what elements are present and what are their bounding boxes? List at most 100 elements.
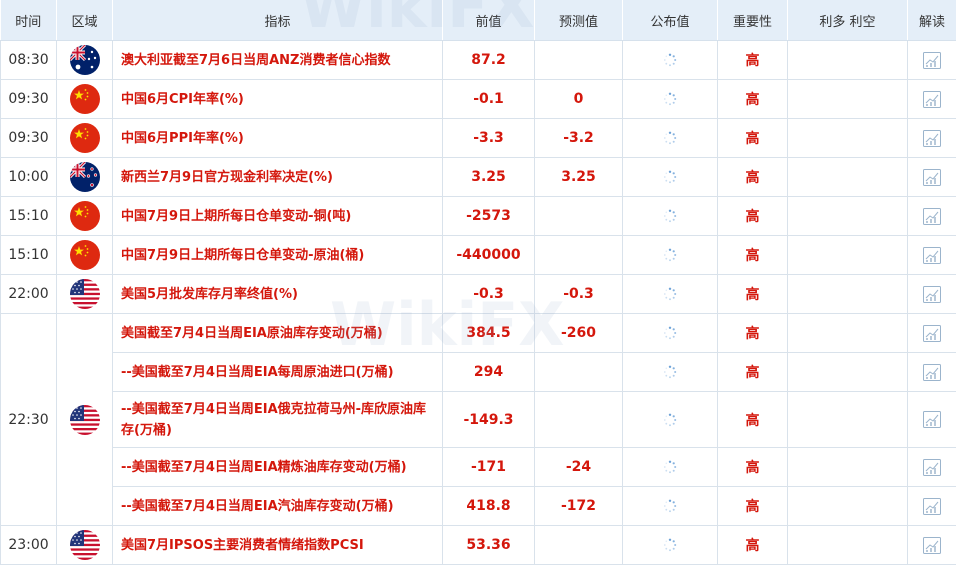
importance-level: 高 — [717, 157, 788, 197]
chart-analysis-icon[interactable] — [922, 363, 942, 382]
new-zealand-flag-icon — [69, 162, 100, 192]
indicator-link[interactable]: 美国5月批发库存月率终值(%) — [112, 274, 443, 314]
analysis-cell[interactable] — [907, 40, 956, 80]
region-cell — [56, 196, 113, 236]
impact-cell — [787, 352, 908, 392]
chart-analysis-icon[interactable] — [922, 246, 942, 265]
forecast-value — [534, 40, 623, 80]
indicator-link[interactable]: 美国7月IPSOS主要消费者情绪指数PCSI — [112, 525, 443, 565]
chart-analysis-icon[interactable] — [922, 410, 942, 429]
analysis-cell[interactable] — [907, 79, 956, 119]
chart-analysis-icon[interactable] — [922, 458, 942, 477]
impact-cell — [787, 157, 908, 197]
importance-level: 高 — [717, 525, 788, 565]
actual-value-cell — [622, 79, 718, 119]
actual-value-cell — [622, 313, 718, 353]
chart-analysis-icon[interactable] — [922, 51, 942, 70]
impact-cell — [787, 40, 908, 80]
table-row: --美国截至7月4日当周EIA精炼油库存变动(万桶) -171 -24 高 — [1, 447, 956, 487]
chart-analysis-icon[interactable] — [922, 497, 942, 516]
forecast-value: -172 — [534, 486, 623, 526]
time-cell: 22:30 — [0, 313, 57, 526]
actual-value-cell — [622, 235, 718, 275]
previous-value: 87.2 — [442, 40, 535, 80]
actual-value-cell — [622, 391, 718, 448]
table-row: 09:30 中国6月CPI年率(%) -0.1 0 高 — [0, 79, 956, 119]
indicator-link[interactable]: 新西兰7月9日官方现金利率决定(%) — [112, 157, 443, 197]
forecast-value: -24 — [534, 447, 623, 487]
header-importance: 重要性 — [717, 0, 788, 41]
time-cell: 15:10 — [0, 196, 57, 236]
header-time: 时间 — [0, 0, 57, 41]
region-cell — [56, 525, 113, 565]
forecast-value — [534, 352, 623, 392]
table-row: 09:30 中国6月PPI年率(%) -3.3 -3.2 高 — [0, 118, 956, 158]
china-flag-icon — [69, 201, 100, 231]
importance-level: 高 — [717, 313, 788, 353]
calendar-page: 时间 区域 指标 前值 预测值 公布值 重要性 利多 利空 解读 08:30 澳大… — [0, 0, 956, 567]
forecast-value: 0 — [534, 79, 623, 119]
importance-level: 高 — [717, 196, 788, 236]
indicator-link[interactable]: 美国截至7月4日当周EIA原油库存变动(万桶) — [112, 313, 443, 353]
loading-spinner-icon — [663, 131, 677, 145]
analysis-cell[interactable] — [907, 391, 956, 448]
previous-value: -0.1 — [442, 79, 535, 119]
time-cell: 08:30 — [0, 40, 57, 80]
usa-flag-icon — [69, 404, 100, 435]
loading-spinner-icon — [663, 499, 677, 513]
chart-analysis-icon[interactable] — [922, 285, 942, 304]
chart-analysis-icon[interactable] — [922, 207, 942, 226]
analysis-cell[interactable] — [907, 118, 956, 158]
impact-cell — [787, 313, 908, 353]
actual-value-cell — [622, 352, 718, 392]
previous-value: -440000 — [442, 235, 535, 275]
analysis-cell[interactable] — [907, 235, 956, 275]
chart-analysis-icon[interactable] — [922, 129, 942, 148]
previous-value: 3.25 — [442, 157, 535, 197]
indicator-link[interactable]: 中国6月CPI年率(%) — [112, 79, 443, 119]
loading-spinner-icon — [663, 538, 677, 552]
previous-value: 384.5 — [442, 313, 535, 353]
indicator-link[interactable]: 中国6月PPI年率(%) — [112, 118, 443, 158]
header-impact: 利多 利空 — [787, 0, 908, 41]
table-row: 22:00 美国5月批发库存月率终值(%) -0.3 -0.3 高 — [0, 274, 956, 314]
analysis-cell[interactable] — [907, 157, 956, 197]
header-previous: 前值 — [442, 0, 535, 41]
forecast-value: 3.25 — [534, 157, 623, 197]
analysis-cell[interactable] — [907, 352, 956, 392]
loading-spinner-icon — [663, 53, 677, 67]
analysis-cell[interactable] — [907, 447, 956, 487]
analysis-cell[interactable] — [907, 274, 956, 314]
indicator-link[interactable]: 中国7月9日上期所每日仓单变动-原油(桶) — [112, 235, 443, 275]
table-row: 10:00 新西兰7月9日官方现金利率决定(%) 3.25 3.25 高 — [0, 157, 956, 197]
importance-level: 高 — [717, 486, 788, 526]
china-flag-icon — [69, 240, 100, 270]
analysis-cell[interactable] — [907, 196, 956, 236]
analysis-cell[interactable] — [907, 486, 956, 526]
indicator-link[interactable]: --美国截至7月4日当周EIA精炼油库存变动(万桶) — [112, 447, 443, 487]
analysis-cell[interactable] — [907, 525, 956, 565]
table-row: 22:30 美国截至7月4日当周EIA原油库存变动(万桶) 384.5 -260 高 — [0, 313, 956, 526]
table-row: 08:30 澳大利亚截至7月6日当周ANZ消费者信心指数 87.2 高 — [0, 40, 956, 80]
loading-spinner-icon — [663, 248, 677, 262]
importance-level: 高 — [717, 79, 788, 119]
table-row: 15:10 中国7月9日上期所每日仓单变动-铜(吨) -2573 高 — [0, 196, 956, 236]
chart-analysis-icon[interactable] — [922, 90, 942, 109]
analysis-cell[interactable] — [907, 313, 956, 353]
indicator-link[interactable]: --美国截至7月4日当周EIA汽油库存变动(万桶) — [112, 486, 443, 526]
forecast-value — [534, 525, 623, 565]
impact-cell — [787, 447, 908, 487]
forecast-value — [534, 196, 623, 236]
indicator-link[interactable]: --美国截至7月4日当周EIA俄克拉荷马州-库欣原油库存(万桶) — [112, 391, 443, 448]
importance-level: 高 — [717, 447, 788, 487]
chart-analysis-icon[interactable] — [922, 324, 942, 343]
indicator-link[interactable]: 澳大利亚截至7月6日当周ANZ消费者信心指数 — [112, 40, 443, 80]
time-cell: 09:30 — [0, 118, 57, 158]
header-forecast: 预测值 — [534, 0, 623, 41]
indicator-link[interactable]: 中国7月9日上期所每日仓单变动-铜(吨) — [112, 196, 443, 236]
chart-analysis-icon[interactable] — [922, 168, 942, 187]
chart-analysis-icon[interactable] — [922, 536, 942, 555]
actual-value-cell — [622, 447, 718, 487]
indicator-link[interactable]: --美国截至7月4日当周EIA每周原油进口(万桶) — [112, 352, 443, 392]
table-row: 23:00 美国7月IPSOS主要消费者情绪指数PCSI 53.36 高 — [0, 525, 956, 565]
